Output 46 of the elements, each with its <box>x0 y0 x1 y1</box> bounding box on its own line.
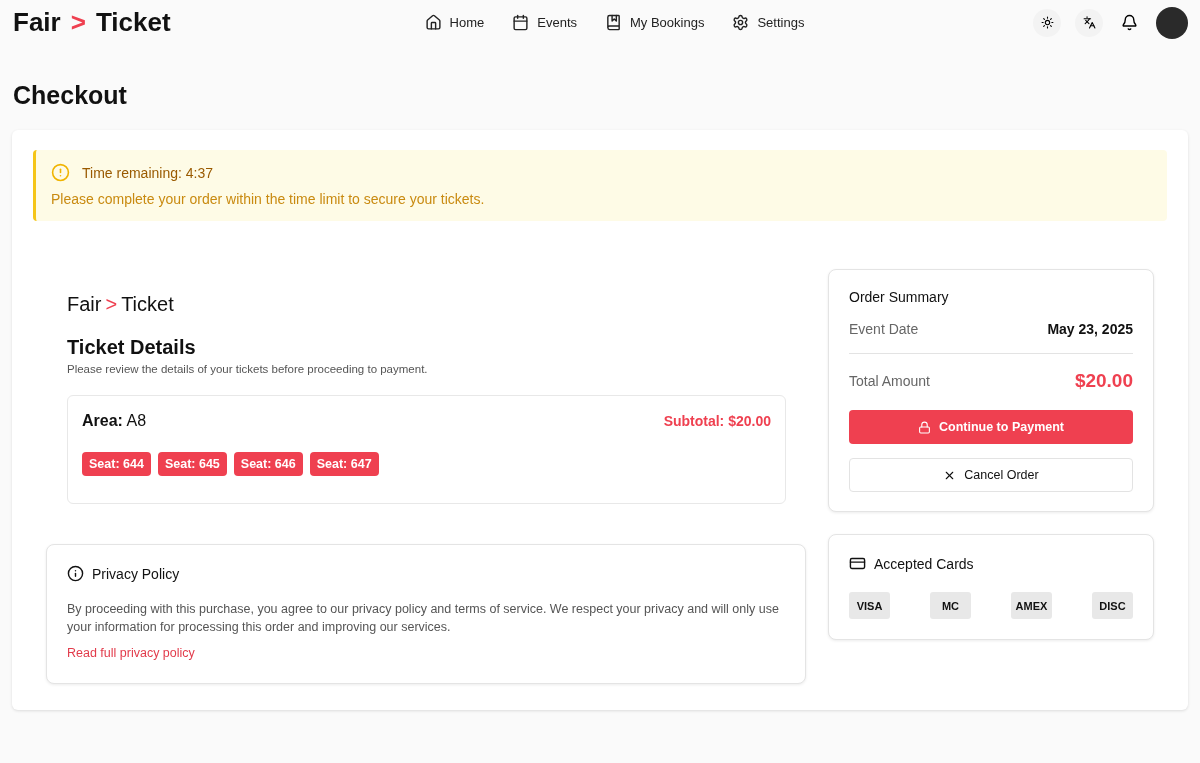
privacy-link[interactable]: Read full privacy policy <box>67 646 195 660</box>
theme-toggle-button[interactable] <box>1033 8 1061 37</box>
sun-icon <box>1040 16 1054 29</box>
calendar-icon <box>512 14 530 31</box>
payment-button[interactable]: Continue to Payment <box>849 410 1133 444</box>
nav-link[interactable]: Events <box>512 14 577 31</box>
summary-value: May 23, 2025 <box>1047 321 1133 337</box>
settings-icon <box>732 14 750 31</box>
seat-tag: Seat: 647 <box>309 452 379 476</box>
cancel-button[interactable]: Cancel Order <box>849 458 1133 492</box>
avatar[interactable] <box>1156 6 1188 39</box>
section-title: Ticket Details <box>67 336 197 359</box>
ticket-logo: Fair > Ticket <box>67 293 175 316</box>
area-text: Area: A8 <box>82 412 147 430</box>
credit-card-icon <box>849 555 866 572</box>
card-title: Privacy Policy <box>92 565 180 582</box>
section-subtitle: Please review the details of your tickets before proceeding to payment. <box>67 363 429 375</box>
summary-label: Event Date <box>849 321 919 337</box>
seat-tag: Seat: 645 <box>157 452 227 476</box>
seat-tag: Seat: 644 <box>82 452 151 476</box>
card-type-tag: AMEX <box>1011 592 1052 619</box>
card-title: Accepted Cards <box>874 555 974 572</box>
alert-title: Time remaining: 4:37 <box>82 164 213 181</box>
page-title: Checkout <box>13 81 128 110</box>
book-icon <box>605 14 622 31</box>
language-button[interactable] <box>1075 8 1103 37</box>
card-type-tag: MC <box>930 592 971 619</box>
translate-icon <box>1082 16 1096 29</box>
house-icon <box>424 14 442 31</box>
nav-link[interactable]: My Bookings <box>605 14 705 31</box>
card-type-tag: DISC <box>1092 592 1133 619</box>
alert-message: Please complete your order within the time limit to secure your tickets. <box>51 191 486 207</box>
card-title: Order Summary <box>849 289 949 305</box>
alert-icon <box>51 163 70 182</box>
seat-tag: Seat: 646 <box>233 452 303 476</box>
lock-icon <box>918 420 931 434</box>
summary-label: Total Amount <box>849 373 930 389</box>
info-icon <box>67 565 84 582</box>
privacy-text: By proceeding with this purchase, you agree to our privacy policy and terms of service. We respect your privacy and will only use your information for processing this order and improving our services. <box>67 601 780 636</box>
nav-link[interactable]: Home <box>424 14 485 31</box>
nav-link[interactable]: Settings <box>732 14 805 31</box>
bell-icon <box>1121 14 1138 31</box>
total-value: $20.00 <box>1074 370 1133 392</box>
card-type-tag: VISA <box>849 592 890 619</box>
brand-logo[interactable]: Fair > Ticket <box>13 7 171 38</box>
subtotal-text: Subtotal: $20.00 <box>663 413 771 429</box>
